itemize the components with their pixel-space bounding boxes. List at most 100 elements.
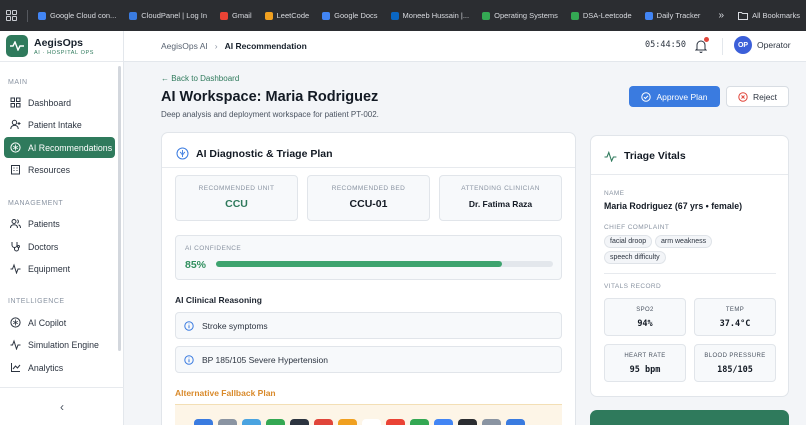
sidebar: AegisOps AI · HOSPITAL OPS MAIN Dashboar…	[0, 31, 124, 425]
back-to-dashboard-link[interactable]: ← Back to Dashboard	[161, 74, 239, 83]
activity-icon	[10, 339, 21, 350]
dock-app-icon[interactable]	[314, 419, 333, 425]
reasoning-item: BP 185/105 Severe Hypertension	[175, 346, 562, 373]
bookmark-8[interactable]: Daily Tracker	[644, 11, 700, 20]
blood-pressure-tile: BLOOD PRESSURE 185/105	[694, 344, 776, 382]
sidebar-item-resources[interactable]: Resources	[4, 159, 115, 180]
dock-app-icon[interactable]	[194, 419, 213, 425]
compass-icon	[10, 317, 21, 328]
chart-icon	[11, 363, 21, 372]
dock-app-icon[interactable]	[434, 419, 453, 425]
reasoning-item: Stroke symptoms	[175, 312, 562, 339]
temp-value: 37.4°C	[719, 319, 751, 329]
bookmark-1[interactable]: CloudPanel | Log In	[129, 11, 207, 20]
nav-section-main: MAIN	[8, 79, 28, 86]
sidebar-item-patients[interactable]: Patients	[4, 213, 115, 234]
vitals-divider	[604, 273, 776, 274]
patient-name: Maria Rodriguez (67 yrs • female)	[604, 201, 743, 211]
spo2-value: 94%	[637, 319, 653, 329]
dock-app-icon[interactable]	[338, 419, 357, 425]
info-circle-icon	[184, 320, 194, 331]
breadcrumb-root[interactable]: AegisOps AI	[161, 41, 208, 51]
notification-dot	[704, 37, 709, 42]
breadcrumb-current: AI Recommendation	[224, 41, 307, 51]
bookmarks-bar: Google Cloud con... CloudPanel | Log In …	[0, 0, 806, 31]
blood-pressure-value: 185/105	[717, 365, 753, 375]
bookmark-7[interactable]: DSA-Leetcode	[570, 11, 632, 20]
sidebar-item-analytics[interactable]: Analytics	[4, 357, 115, 378]
avatar[interactable]: OP	[734, 36, 752, 54]
activity-icon	[604, 150, 617, 162]
bookmarks-divider	[27, 9, 28, 22]
bookmark-favicon-icon	[644, 11, 653, 20]
reject-button[interactable]: Reject	[726, 86, 789, 107]
page-subtitle: Deep analysis and deployment workspace f…	[161, 110, 379, 119]
bookmark-favicon-icon	[322, 11, 331, 20]
users-icon	[10, 219, 21, 229]
pulse-logo-icon	[6, 35, 28, 57]
stethoscope-icon	[11, 242, 20, 252]
bookmark-favicon-icon	[482, 11, 491, 20]
dock-app-icon[interactable]	[410, 419, 429, 425]
spo2-tile: SPO2 94%	[604, 298, 686, 336]
dock-app-icon[interactable]	[362, 419, 381, 425]
bookmarks-overflow-button[interactable]: »	[719, 10, 725, 21]
grid-icon	[10, 97, 21, 108]
nav-section-intelligence: INTELLIGENCE	[8, 298, 65, 305]
bookmark-4[interactable]: Google Docs	[322, 11, 378, 20]
vitals-card-divider	[591, 174, 788, 175]
info-circle-icon	[184, 354, 194, 365]
dock-app-icon[interactable]	[218, 419, 237, 425]
approve-plan-button[interactable]: Approve Plan	[629, 86, 720, 107]
dock-app-icon[interactable]	[458, 419, 477, 425]
sidebar-item-ai-recommendations[interactable]: AI Recommendations	[4, 137, 115, 158]
attending-clinician-tile: ATTENDING CLINICIAN Dr. Fatima Raza	[439, 175, 562, 221]
brand-name: AegisOps	[34, 36, 84, 49]
sidebar-item-patient-intake[interactable]: Patient Intake	[4, 114, 115, 135]
folder-icon	[738, 12, 749, 20]
sidebar-item-dashboard[interactable]: Dashboard	[4, 92, 115, 113]
plan-card-title: AI Diagnostic & Triage Plan	[176, 147, 333, 160]
user-name[interactable]: Operator	[757, 40, 791, 50]
sidebar-item-doctors[interactable]: Doctors	[4, 236, 115, 257]
user-plus-icon	[10, 119, 21, 130]
complaint-chip: facial droop	[604, 235, 653, 248]
all-bookmarks-button[interactable]: All Bookmarks	[738, 11, 800, 20]
brand[interactable]: AegisOps AI · HOSPITAL OPS	[0, 31, 123, 62]
dock-app-icon[interactable]	[386, 419, 405, 425]
recommended-bed-tile: RECOMMENDED BED CCU-01	[307, 175, 430, 221]
heart-rate-value: 95 bpm	[629, 365, 661, 375]
bookmark-5[interactable]: Moneeb Hussain |...	[390, 11, 469, 20]
sidebar-item-simulation-engine[interactable]: Simulation Engine	[4, 334, 115, 355]
dock-app-icon[interactable]	[266, 419, 285, 425]
bookmark-2[interactable]: Gmail	[220, 11, 252, 20]
dock-app-icon[interactable]	[290, 419, 309, 425]
activity-icon	[10, 263, 21, 274]
bookmark-0[interactable]: Google Cloud con...	[38, 11, 116, 20]
recommended-bed: CCU-01	[349, 198, 388, 210]
sidebar-item-ai-copilot[interactable]: AI Copilot	[4, 312, 115, 333]
dock-app-icon[interactable]	[242, 419, 261, 425]
confidence-bar-fill	[216, 261, 503, 267]
temp-tile: TEMP 37.4°C	[694, 298, 776, 336]
clock: 05:44:50	[645, 40, 686, 50]
apps-icon[interactable]	[6, 10, 17, 21]
plan-card-divider	[162, 167, 575, 168]
collapse-sidebar-button[interactable]: ‹	[0, 387, 124, 425]
bookmark-3[interactable]: LeetCode	[264, 11, 309, 20]
bookmark-6[interactable]: Operating Systems	[482, 11, 558, 20]
dock-app-icon[interactable]	[506, 419, 525, 425]
confidence-value: 85%	[185, 259, 207, 271]
recommended-unit-tile: RECOMMENDED UNIT CCU	[175, 175, 298, 221]
nav-section-management: MANAGEMENT	[8, 200, 64, 207]
sidebar-scrollbar[interactable]	[118, 66, 121, 351]
sidebar-item-equipment[interactable]: Equipment	[4, 258, 115, 279]
bookmark-favicon-icon	[390, 11, 399, 20]
recommended-unit: CCU	[225, 198, 248, 210]
fallback-plan-heading: Alternative Fallback Plan	[175, 388, 276, 398]
dock-app-icon[interactable]	[482, 419, 501, 425]
page-title: AI Workspace: Maria Rodriguez	[161, 89, 379, 105]
complaint-chip: arm weakness	[655, 235, 713, 248]
bookmark-favicon-icon	[570, 11, 579, 20]
topbar-divider	[722, 38, 723, 55]
